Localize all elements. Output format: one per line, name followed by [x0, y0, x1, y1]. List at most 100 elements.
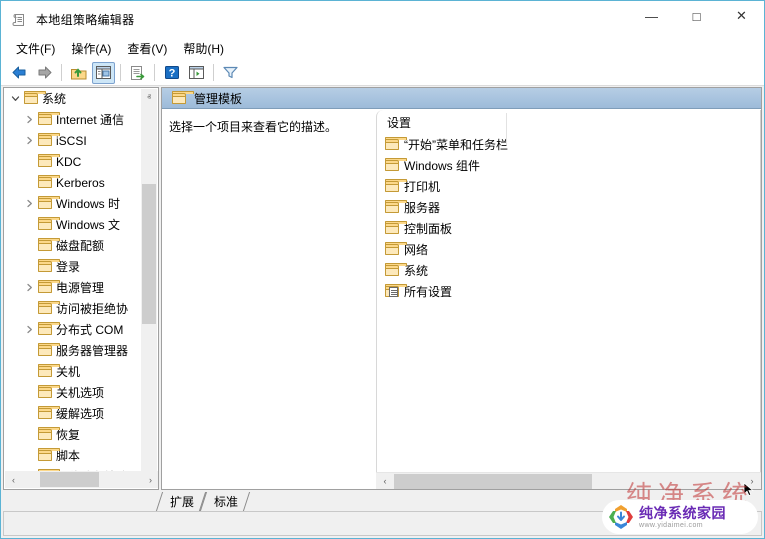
- column-divider[interactable]: [506, 113, 507, 145]
- folder-icon-wrap: [37, 319, 54, 340]
- settings-list-item[interactable]: 服务器: [377, 197, 761, 218]
- settings-list-item[interactable]: 所有设置: [377, 281, 761, 302]
- chevron-placeholder: [22, 424, 37, 445]
- menu-action[interactable]: 操作(A): [65, 38, 121, 60]
- settings-list-item[interactable]: “开始”菜单和任务栏: [377, 134, 761, 155]
- tree-item[interactable]: iSCSI: [4, 130, 142, 151]
- scroll-left-arrow-icon[interactable]: ‹: [5, 471, 22, 488]
- list-scroll-left-arrow-icon[interactable]: ‹: [376, 473, 394, 490]
- settings-list-item[interactable]: Windows 组件: [377, 155, 761, 176]
- folder-icon: [38, 177, 52, 188]
- list-hscroll-track[interactable]: [394, 473, 743, 490]
- tree-item-label: Windows 时: [54, 195, 120, 212]
- settings-list-item[interactable]: 控制面板: [377, 218, 761, 239]
- tree-hscroll-thumb[interactable]: [40, 472, 99, 487]
- details-header: 管理模板: [162, 88, 761, 109]
- window-controls: — □ ✕: [629, 1, 764, 38]
- close-button[interactable]: ✕: [719, 1, 764, 31]
- folder-icon: [38, 261, 52, 272]
- tree-item[interactable]: Internet 通信: [4, 109, 142, 130]
- minimize-button[interactable]: —: [629, 1, 674, 31]
- tree-item[interactable]: 恢复: [4, 424, 142, 445]
- tree-item[interactable]: KDC: [4, 151, 142, 172]
- tree-item[interactable]: 访问被拒绝协: [4, 298, 142, 319]
- details-pane: 管理模板 选择一个项目来查看它的描述。 设置 “开始”菜单和任务栏 Windows…: [161, 87, 762, 490]
- settings-list-item-label: 系统: [404, 262, 428, 279]
- list-hscroll-thumb[interactable]: [394, 474, 592, 489]
- chevron-right-icon[interactable]: [22, 109, 37, 130]
- chevron-right-icon[interactable]: [22, 277, 37, 298]
- folder-icon-wrap: [37, 340, 54, 361]
- settings-list-item-label: “开始”菜单和任务栏: [404, 136, 508, 153]
- tree-item-label: 电源管理: [54, 279, 104, 296]
- console-scroll-icon: [12, 12, 28, 28]
- description-column: 选择一个项目来查看它的描述。: [162, 110, 376, 489]
- tree-vertical-scrollbar[interactable]: ⱏ ⱟ: [141, 89, 157, 474]
- settings-list-column: 设置 “开始”菜单和任务栏 Windows 组件 打印机服务器控制面板网络系统所有设…: [376, 110, 761, 489]
- settings-list-item[interactable]: 系统: [377, 260, 761, 281]
- folder-icon: [172, 93, 186, 104]
- back-arrow-icon[interactable]: [8, 62, 31, 84]
- settings-list-item-label: 网络: [404, 241, 428, 258]
- tree-hscroll-track[interactable]: [22, 471, 142, 488]
- tree-item[interactable]: 分布式 COM: [4, 319, 142, 340]
- up-folder-icon[interactable]: [67, 62, 90, 84]
- export-list-icon[interactable]: [126, 62, 149, 84]
- chevron-right-icon[interactable]: [22, 193, 37, 214]
- tree-item[interactable]: 磁盘配额: [4, 235, 142, 256]
- tree-item[interactable]: 服务器管理器: [4, 340, 142, 361]
- settings-list-item-label: 服务器: [404, 199, 440, 216]
- tab-extended[interactable]: 扩展: [159, 492, 203, 511]
- description-text: 选择一个项目来查看它的描述。: [169, 119, 368, 135]
- folder-icon: [38, 366, 52, 377]
- tree-horizontal-scrollbar[interactable]: ‹ ›: [5, 471, 159, 488]
- settings-horizontal-scrollbar[interactable]: ‹ ›: [376, 472, 761, 489]
- tree-item-label: Internet 通信: [54, 111, 124, 128]
- details-body: 选择一个项目来查看它的描述。 设置 “开始”菜单和任务栏 Windows 组件 打印…: [162, 110, 761, 489]
- show-console-tree-icon[interactable]: [92, 62, 115, 84]
- tree-item[interactable]: Windows 文: [4, 214, 142, 235]
- chevron-right-icon[interactable]: [22, 319, 37, 340]
- scroll-right-arrow-icon[interactable]: ›: [142, 471, 159, 488]
- toolbar-separator: [213, 64, 214, 81]
- help-icon[interactable]: ?: [160, 62, 183, 84]
- tree-item[interactable]: Kerberos: [4, 172, 142, 193]
- scroll-up-arrow-icon[interactable]: ⱏ: [141, 89, 157, 106]
- chevron-placeholder: [22, 298, 37, 319]
- tree-item[interactable]: 系统: [4, 88, 142, 109]
- chevron-placeholder: [22, 403, 37, 424]
- folder-icon-wrap: [37, 235, 54, 256]
- menu-file[interactable]: 文件(F): [10, 38, 65, 60]
- tree-item[interactable]: 关机: [4, 361, 142, 382]
- console-tree-list[interactable]: 系统 Internet 通信 iSCSI KDC Kerberos Windows 时 Wi…: [4, 88, 142, 473]
- folder-icon: [38, 429, 52, 440]
- folder-icon: [38, 240, 52, 251]
- tree-item[interactable]: 电源管理: [4, 277, 142, 298]
- chevron-placeholder: [22, 445, 37, 466]
- settings-column-header[interactable]: 设置: [377, 110, 761, 134]
- menu-view[interactable]: 查看(V): [121, 38, 177, 60]
- menu-help[interactable]: 帮助(H): [177, 38, 234, 60]
- forward-arrow-icon[interactable]: [33, 62, 56, 84]
- settings-list-item[interactable]: 网络: [377, 239, 761, 260]
- toolbar: ?: [1, 60, 764, 86]
- settings-list[interactable]: “开始”菜单和任务栏 Windows 组件 打印机服务器控制面板网络系统所有设置: [377, 134, 761, 302]
- maximize-button[interactable]: □: [674, 1, 719, 31]
- tab-standard[interactable]: 标准: [203, 492, 247, 511]
- folder-icon: [38, 114, 52, 125]
- filter-icon[interactable]: [219, 62, 242, 84]
- tree-item[interactable]: 登录: [4, 256, 142, 277]
- properties-icon[interactable]: [185, 62, 208, 84]
- tree-item[interactable]: Windows 时: [4, 193, 142, 214]
- folder-icon: [38, 282, 52, 293]
- toolbar-separator: [120, 64, 121, 81]
- tree-item[interactable]: 关机选项: [4, 382, 142, 403]
- tree-scroll-thumb[interactable]: [142, 184, 156, 324]
- tree-item-label: 服务器管理器: [54, 342, 128, 359]
- tree-item[interactable]: 脚本: [4, 445, 142, 466]
- settings-list-item[interactable]: 打印机: [377, 176, 761, 197]
- chevron-right-icon[interactable]: [22, 130, 37, 151]
- chevron-down-icon[interactable]: [8, 88, 23, 109]
- list-scroll-right-arrow-icon[interactable]: ›: [743, 473, 761, 490]
- tree-item[interactable]: 缓解选项: [4, 403, 142, 424]
